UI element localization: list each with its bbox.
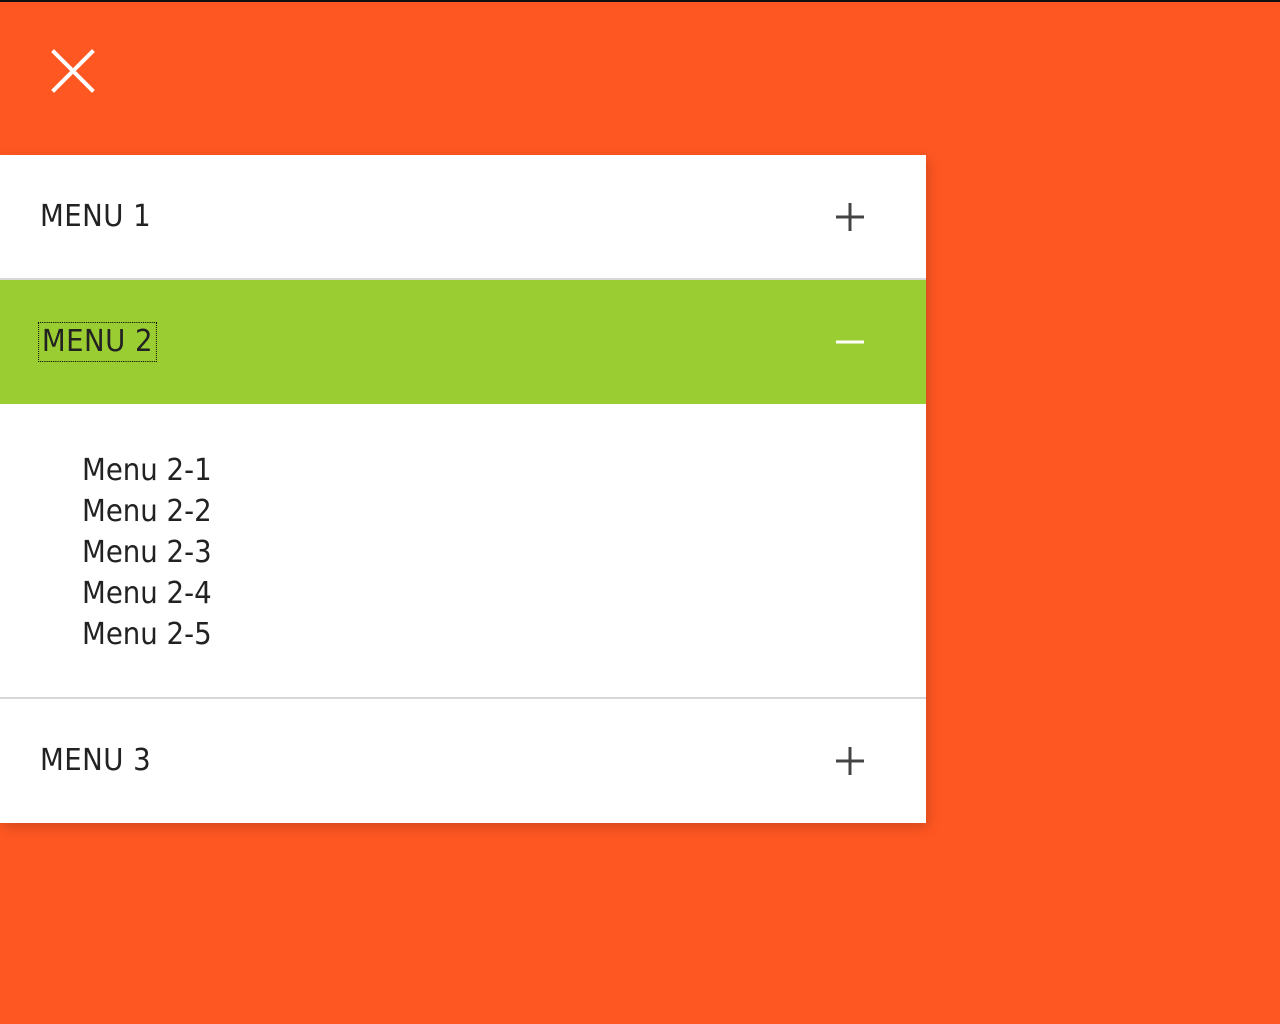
accordion-menu: MENU 1 MENU 2 Menu 2-1 Menu 2-2 Menu 2-3… [0, 155, 926, 823]
plus-icon[interactable] [834, 745, 866, 777]
menu-2-header[interactable]: MENU 2 [0, 280, 926, 404]
submenu-item-2-4[interactable]: Menu 2-4 [82, 573, 212, 614]
top-border [0, 0, 1280, 2]
menu-1-label: MENU 1 [40, 198, 152, 234]
menu-3-header[interactable]: MENU 3 [0, 699, 926, 823]
close-icon [50, 48, 96, 94]
plus-icon[interactable] [834, 201, 866, 233]
minus-icon[interactable] [834, 326, 866, 358]
close-button[interactable] [50, 48, 96, 94]
submenu-item-2-1[interactable]: Menu 2-1 [82, 450, 212, 491]
menu-3-label: MENU 3 [40, 743, 152, 778]
menu-1-header[interactable]: MENU 1 [0, 155, 926, 280]
submenu-item-2-2[interactable]: Menu 2-2 [82, 491, 212, 532]
menu-2-label: MENU 2 [38, 322, 157, 362]
submenu-item-2-3[interactable]: Menu 2-3 [82, 532, 212, 573]
menu-2-submenu: Menu 2-1 Menu 2-2 Menu 2-3 Menu 2-4 Menu… [0, 404, 926, 699]
submenu-item-2-5[interactable]: Menu 2-5 [82, 614, 212, 655]
